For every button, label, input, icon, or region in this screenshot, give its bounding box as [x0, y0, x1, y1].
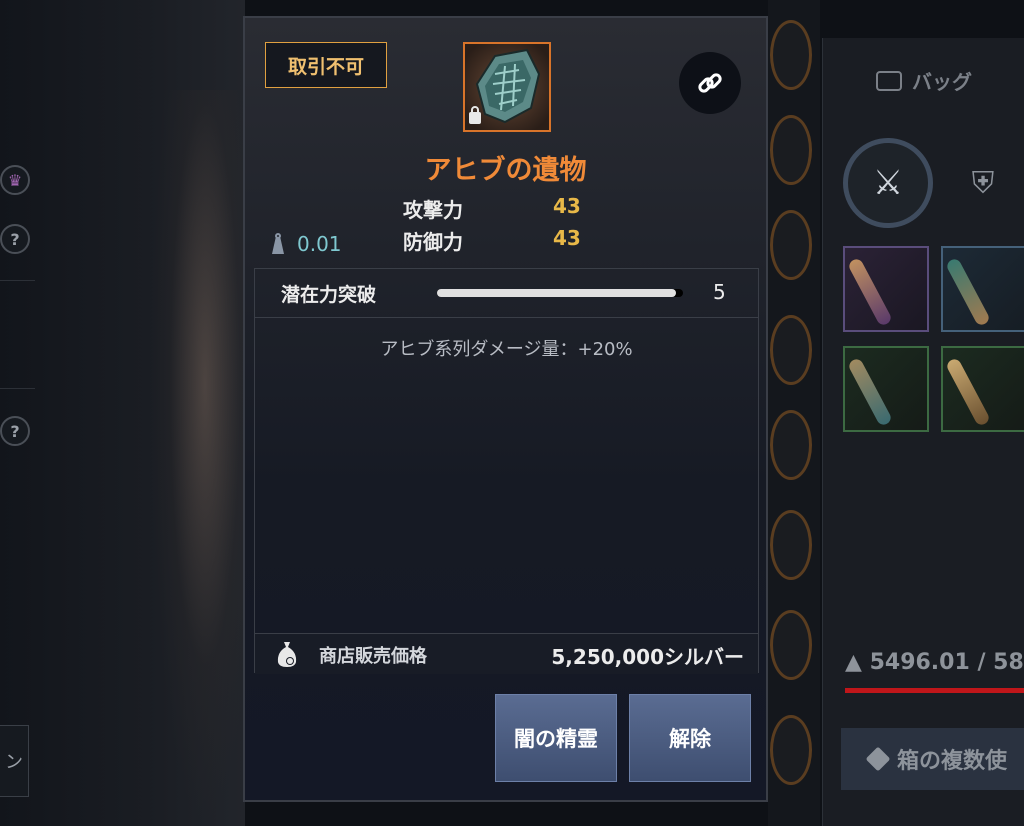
- item-dagger-icon: [944, 356, 992, 428]
- stat-label: 防御力: [403, 230, 463, 254]
- item-staff-icon: [846, 356, 894, 428]
- tab-bag-label: バッグ: [912, 70, 972, 94]
- help-icon[interactable]: ?: [0, 224, 30, 254]
- bag-icon: [876, 70, 902, 91]
- lock-icon: [469, 112, 481, 124]
- crest-icon[interactable]: ♛: [0, 165, 30, 195]
- item-name: アヒブの遺物: [424, 155, 587, 186]
- help-icon[interactable]: ?: [0, 416, 30, 446]
- equipment-slot[interactable]: [770, 410, 812, 480]
- box-multi-use-label: 箱の複数使: [897, 749, 1008, 774]
- equipment-slot[interactable]: [770, 715, 812, 785]
- left-panel-button[interactable]: ン: [0, 725, 29, 797]
- link-button[interactable]: [679, 52, 741, 114]
- stat-attack: 攻撃力 43: [403, 194, 603, 224]
- equipment-slot[interactable]: [770, 115, 812, 185]
- box-multi-use-button[interactable]: 箱の複数使: [841, 728, 1024, 790]
- inventory-slot[interactable]: [843, 246, 929, 332]
- inventory-weight: ▲ 5496.01 / 589: [845, 650, 1024, 675]
- inventory-slot[interactable]: [941, 346, 1024, 432]
- divider: [0, 280, 35, 281]
- inventory-weight-bar: [845, 688, 1024, 693]
- item-tooltip: 取引不可 アヒブの遺物 攻撃力 43 防御力 43 0.01 潜在力突破 5 ア…: [243, 16, 768, 802]
- inventory-weight-value: 5496.01 / 589: [869, 650, 1024, 675]
- shop-price-row: 商店販売価格 5,250,000シルバー: [255, 633, 758, 674]
- divider: [0, 388, 35, 389]
- tab-bag[interactable]: バッグ: [823, 38, 1024, 123]
- release-button[interactable]: 解除: [629, 694, 751, 782]
- left-panel-button-label: ン: [5, 752, 23, 773]
- item-effect: アヒブ系列ダメージ量：+20%: [380, 339, 633, 360]
- inventory-panel: バッグ ⚔ ⛨ ▲ 5496.01 / 589 箱の複数使: [822, 38, 1024, 826]
- relic-icon: [465, 44, 549, 130]
- help-icon-label: ?: [10, 421, 20, 441]
- dark-spirit-button[interactable]: 闇の精霊: [495, 694, 617, 782]
- inventory-filter: ⚔ ⛨: [843, 138, 1024, 228]
- stat-value: 43: [553, 194, 581, 218]
- stat-value: 43: [553, 226, 581, 250]
- equipment-slot[interactable]: [770, 610, 812, 680]
- help-icon-label: ?: [10, 229, 20, 249]
- inventory-slot[interactable]: [941, 246, 1024, 332]
- box-icon: [865, 746, 891, 772]
- equipment-slot[interactable]: [770, 315, 812, 385]
- item-detail-box: 潜在力突破 5 アヒブ系列ダメージ量：+20% 商店販売価格 5,250,000…: [254, 268, 759, 674]
- silver-bag-icon: [277, 642, 297, 667]
- item-weight: 0.01: [269, 232, 342, 256]
- item-icon: [463, 42, 551, 132]
- link-icon: [698, 73, 722, 93]
- limit-break-row: 潜在力突破 5: [255, 269, 758, 318]
- shop-price-value: 5,250,000シルバー: [551, 645, 744, 669]
- armor-icon[interactable]: ⛨: [953, 153, 1013, 213]
- item-dagger-icon: [846, 256, 894, 328]
- stat-label: 攻撃力: [403, 198, 463, 222]
- stat-defense: 防御力 43: [403, 226, 603, 256]
- equipment-slot[interactable]: [770, 20, 812, 90]
- item-weight-value: 0.01: [297, 232, 342, 256]
- equipment-slot[interactable]: [770, 210, 812, 280]
- equipment-slot[interactable]: [770, 510, 812, 580]
- shop-price-label: 商店販売価格: [319, 646, 427, 667]
- limit-break-label: 潜在力突破: [281, 284, 377, 306]
- limit-break-bar-fill: [437, 289, 676, 297]
- weight-icon: [269, 233, 287, 255]
- untradable-badge: 取引不可: [265, 42, 387, 88]
- crossed-swords-icon[interactable]: ⚔: [843, 138, 933, 228]
- limit-break-value: 5: [713, 280, 726, 304]
- limit-break-bar: [437, 289, 683, 297]
- inventory-slot[interactable]: [843, 346, 929, 432]
- item-staff-icon: [944, 256, 992, 328]
